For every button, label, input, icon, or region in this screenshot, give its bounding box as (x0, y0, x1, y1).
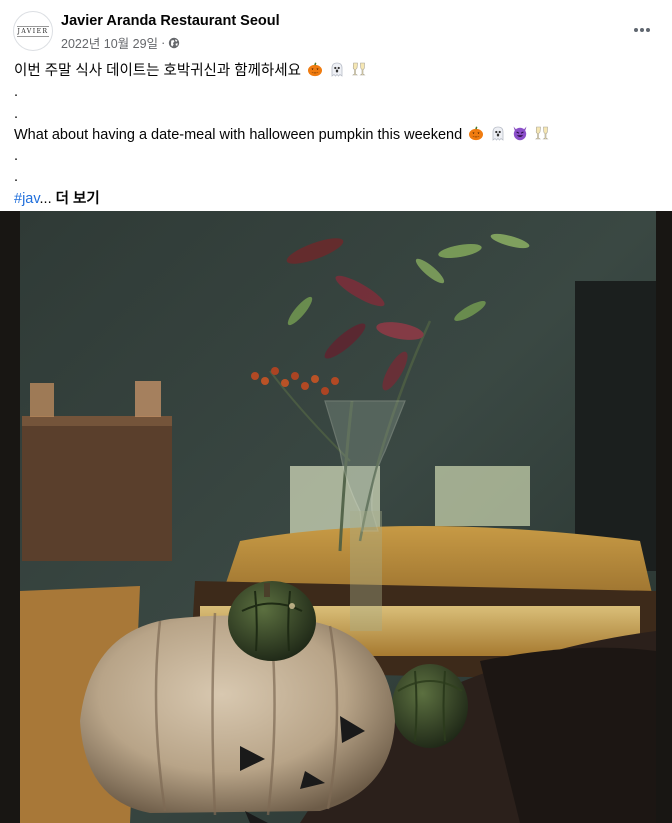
champagne-glasses-emoji-icon (535, 126, 549, 140)
post-photo[interactable] (0, 211, 672, 823)
caption-dot-1: . (14, 84, 19, 101)
see-more-button[interactable]: 더 보기 (56, 191, 100, 207)
smiling-devil-emoji-icon (513, 126, 527, 141)
pumpkin-photo-illustration (0, 211, 672, 823)
caption-line-hashtag: #jav... 더 보기 (14, 189, 654, 210)
more-horizontal-icon (634, 28, 650, 32)
caption-dot-2: . (14, 105, 19, 122)
caption-korean-text: 이번 주말 식사 데이트는 호박귀신과 함께하세요 (14, 63, 301, 79)
meta-separator: · (161, 35, 166, 50)
globe-icon[interactable] (168, 37, 180, 49)
post-header: JAVIER Javier Aranda Restaurant Seoul 20… (0, 0, 672, 58)
caption-line-english: What about having a date-meal with hallo… (14, 125, 654, 146)
post-date-link[interactable]: 2022년 10월 29일 (61, 33, 158, 52)
avatar-logo-text: JAVIER (17, 25, 49, 37)
hashtag-link[interactable]: #jav (14, 191, 40, 207)
page-name-link[interactable]: Javier Aranda Restaurant Seoul (61, 13, 280, 29)
post-caption: 이번 주말 식사 데이트는 호박귀신과 함께하세요 . . What about… (14, 61, 654, 210)
caption-english-text: What about having a date-meal with hallo… (14, 126, 463, 143)
caption-dot-4: . (14, 169, 19, 186)
ghost-emoji-icon (492, 126, 504, 141)
pumpkin-emoji-icon (469, 126, 484, 140)
caption-line-korean: 이번 주말 식사 데이트는 호박귀신과 함께하세요 (14, 61, 654, 82)
caption-dot-3: . (14, 148, 19, 165)
post-meta: 2022년 10월 29일 · (61, 33, 180, 52)
more-options-button[interactable] (630, 18, 654, 42)
avatar[interactable]: JAVIER (13, 11, 53, 51)
caption-ellipsis: ... (39, 190, 52, 207)
champagne-glasses-emoji-icon (352, 62, 366, 76)
ghost-emoji-icon (331, 62, 343, 77)
pumpkin-emoji-icon (307, 62, 322, 77)
